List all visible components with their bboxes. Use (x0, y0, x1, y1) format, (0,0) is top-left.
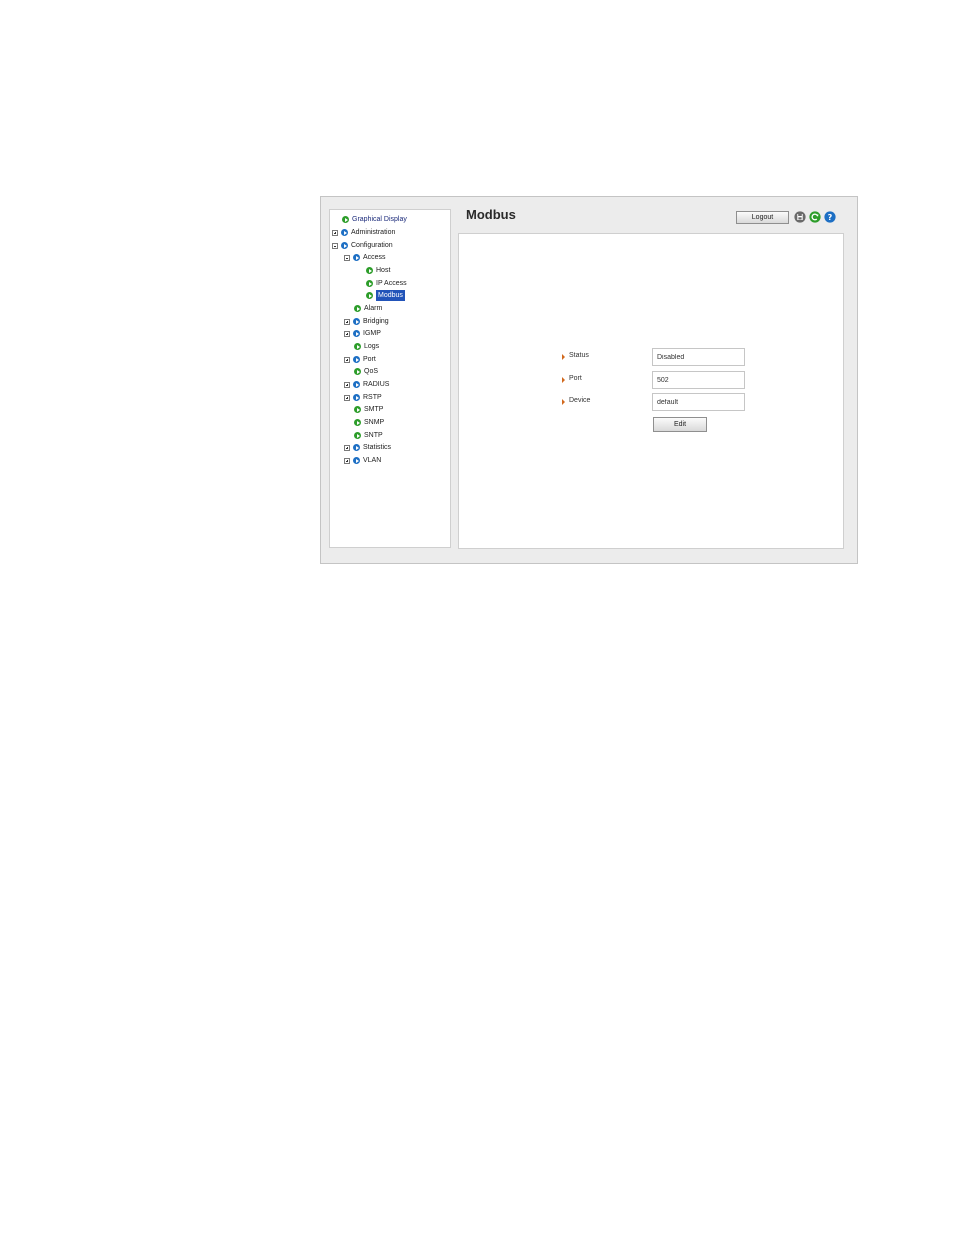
nav-item-snmp[interactable]: SNMP (354, 417, 384, 428)
content-panel: Status Port Device Edit (458, 233, 844, 549)
nav-item-statistics[interactable]: Statistics (344, 442, 391, 453)
blue-arrow-icon (341, 242, 348, 249)
nav-item-access[interactable]: Access (344, 252, 386, 263)
nav-item-label: Host (376, 267, 391, 274)
expand-plus-icon[interactable] (344, 356, 350, 363)
device-row: Device (459, 393, 843, 411)
nav-item-qos[interactable]: QoS (354, 366, 378, 377)
green-arrow-icon (354, 305, 361, 312)
nav-item-label: SNMP (364, 419, 385, 426)
nav-item-label: Configuration (351, 242, 393, 249)
blue-arrow-icon (353, 356, 360, 363)
arrow-right-icon (562, 399, 565, 405)
nav-item-logs[interactable]: Logs (354, 341, 379, 352)
collapse-minus-icon[interactable] (332, 242, 338, 249)
expand-plus-icon[interactable] (344, 394, 350, 401)
blue-arrow-icon (353, 457, 360, 464)
nav-item-host[interactable]: Host (366, 265, 390, 276)
arrow-right-icon (562, 354, 565, 360)
device-label: Device (569, 397, 591, 404)
svg-text:?: ? (828, 213, 833, 222)
blue-arrow-icon (353, 254, 360, 261)
nav-item-label: SNTP (364, 432, 383, 439)
arrow-right-icon (562, 377, 565, 383)
status-row: Status (459, 348, 843, 366)
edit-button[interactable]: Edit (653, 417, 707, 432)
nav-item-administration[interactable]: Administration (332, 227, 395, 238)
nav-item-label: IP Access (376, 280, 407, 287)
nav-item-modbus[interactable]: Modbus (366, 290, 405, 301)
expand-plus-icon[interactable] (344, 444, 350, 451)
green-arrow-icon (366, 267, 373, 274)
nav-item-igmp[interactable]: IGMP (344, 328, 381, 339)
nav-item-label: Bridging (363, 318, 389, 325)
help-icon[interactable]: ? (824, 211, 836, 223)
nav-item-label: Modbus (376, 290, 405, 301)
nav-item-label: Port (363, 356, 376, 363)
blue-arrow-icon (353, 394, 360, 401)
nav-tree-panel: Graphical Display Administration Configu… (329, 209, 451, 548)
green-arrow-icon (354, 368, 361, 375)
nav-item-label: VLAN (363, 457, 382, 464)
nav-item-sntp[interactable]: SNTP (354, 430, 383, 441)
status-label: Status (569, 352, 589, 359)
port-label: Port (569, 375, 582, 382)
logout-button[interactable]: Logout (736, 211, 789, 224)
green-arrow-icon (354, 343, 361, 350)
nav-item-port[interactable]: Port (344, 354, 376, 365)
nav-item-rstp[interactable]: RSTP (344, 392, 382, 403)
device-field[interactable] (652, 393, 745, 411)
green-arrow-icon (366, 292, 373, 299)
collapse-minus-icon[interactable] (344, 254, 350, 261)
blue-arrow-icon (353, 318, 360, 325)
expand-plus-icon[interactable] (344, 381, 350, 388)
blue-arrow-icon (341, 229, 348, 236)
blue-arrow-icon (353, 330, 360, 337)
nav-item-label: QoS (364, 368, 379, 375)
nav-item-graphical-display[interactable]: Graphical Display (342, 214, 407, 225)
green-arrow-icon (342, 216, 349, 223)
expand-plus-icon[interactable] (332, 229, 338, 236)
save-icon[interactable] (794, 211, 806, 223)
expand-plus-icon[interactable] (344, 457, 350, 464)
page-title: Modbus (466, 207, 516, 222)
status-field[interactable] (652, 348, 745, 366)
refresh-icon[interactable] (809, 211, 821, 223)
nav-item-label: IGMP (363, 330, 381, 337)
expand-plus-icon[interactable] (344, 330, 350, 337)
expand-plus-icon[interactable] (344, 318, 350, 325)
port-field[interactable] (652, 371, 745, 389)
green-arrow-icon (354, 432, 361, 439)
nav-item-radius[interactable]: RADIUS (344, 379, 389, 390)
nav-item-label: Administration (351, 229, 396, 236)
green-arrow-icon (366, 280, 373, 287)
nav-item-ip-access[interactable]: IP Access (366, 278, 407, 289)
green-arrow-icon (354, 406, 361, 413)
nav-item-label: Graphical Display (352, 216, 407, 223)
green-arrow-icon (354, 419, 361, 426)
nav-item-bridging[interactable]: Bridging (344, 316, 389, 327)
nav-item-label: Access (363, 254, 386, 261)
blue-arrow-icon (353, 381, 360, 388)
nav-item-label: Alarm (364, 305, 383, 312)
nav-item-label: SMTP (364, 406, 384, 413)
nav-item-label: Statistics (363, 444, 392, 451)
nav-item-label: RSTP (363, 394, 382, 401)
nav-item-smtp[interactable]: SMTP (354, 404, 383, 415)
nav-item-label: RADIUS (363, 381, 390, 388)
nav-item-label: Logs (364, 343, 380, 350)
port-row: Port (459, 371, 843, 389)
nav-item-configuration[interactable]: Configuration (332, 240, 393, 251)
nav-item-vlan[interactable]: VLAN (344, 455, 381, 466)
blue-arrow-icon (353, 444, 360, 451)
nav-item-alarm[interactable]: Alarm (354, 303, 382, 314)
